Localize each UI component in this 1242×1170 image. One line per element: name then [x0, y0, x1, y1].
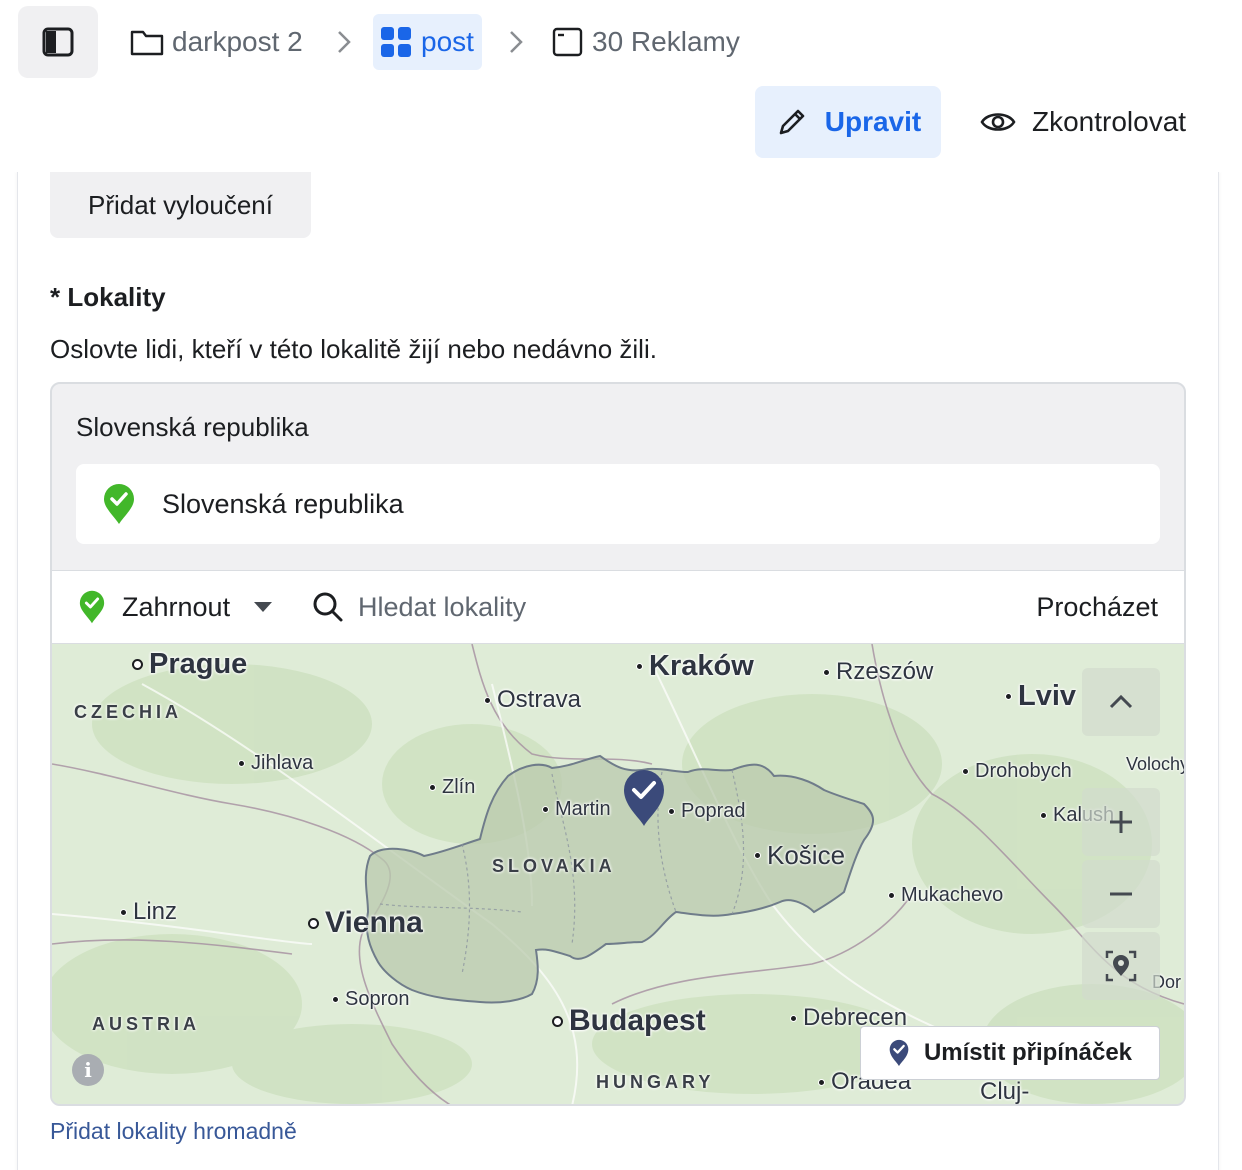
sidebar-toggle-button[interactable] — [18, 6, 98, 78]
city-ostrava: Ostrava — [484, 686, 581, 714]
search-icon — [313, 592, 343, 622]
include-mode-dropdown[interactable]: Zahrnout — [78, 590, 273, 624]
include-pin-icon — [79, 590, 105, 624]
city-drohobych: Drohobych — [962, 760, 1072, 783]
plus-icon — [1110, 811, 1132, 833]
city-poprad: Poprad — [668, 800, 746, 823]
chevron-up-icon — [1109, 694, 1133, 709]
city-linz: Linz — [120, 898, 177, 926]
city-zlin: Zlín — [429, 776, 475, 799]
top-bar: darkpost 2 post 30 Reklamy Upravit Zkont… — [0, 0, 1242, 172]
grid-icon — [381, 27, 411, 57]
zoom-in-button[interactable] — [1082, 788, 1160, 856]
chevron-right-icon — [510, 31, 523, 53]
locations-panel: Slovenská republika Slovenská republika … — [50, 382, 1186, 1106]
browse-button[interactable]: Procházet — [1036, 592, 1158, 623]
eye-icon — [980, 113, 1016, 131]
review-button-label: Zkontrolovat — [1032, 106, 1187, 137]
place-pin-label: Umístit připínáček — [923, 1039, 1133, 1066]
locate-me-button[interactable] — [1082, 932, 1160, 1000]
place-pin-button[interactable]: Umístit připínáček — [860, 1026, 1160, 1080]
breadcrumb-ads-label: 30 Reklamy — [592, 26, 740, 57]
caret-down-icon — [254, 602, 273, 612]
breadcrumb-campaign[interactable]: post — [373, 14, 482, 70]
included-location-pin-icon — [104, 484, 134, 524]
edit-button[interactable]: Upravit — [755, 86, 941, 158]
zoom-out-button[interactable] — [1082, 860, 1160, 928]
include-mode-label: Zahrnout — [122, 591, 231, 622]
add-exclusion-button[interactable]: Přidat vyloučení — [50, 172, 311, 238]
sidebar-icon — [42, 27, 74, 57]
region-slovakia: SLOVAKIA — [492, 856, 616, 876]
city-martin: Martin — [542, 798, 611, 821]
breadcrumb-ads[interactable]: 30 Reklamy — [552, 14, 740, 70]
map-info-button[interactable]: i — [72, 1054, 104, 1086]
minus-icon — [1110, 892, 1132, 896]
window-icon — [552, 27, 583, 57]
city-prague: Prague — [132, 648, 247, 681]
city-cluj: Cluj- — [980, 1078, 1030, 1105]
selected-location-label: Slovenská republika — [162, 488, 404, 519]
city-budapest: Budapest — [552, 1004, 706, 1038]
city-rzeszow: Rzeszów — [823, 658, 933, 686]
edit-button-label: Upravit — [824, 106, 922, 137]
add-locations-bulk-link[interactable]: Přidat lokality hromadně — [50, 1118, 297, 1145]
selected-locations-heading: Slovenská republika — [76, 412, 309, 442]
city-krakow: Kraków — [636, 650, 754, 683]
selected-location-item[interactable]: Slovenská republika — [76, 464, 1160, 544]
chevron-right-icon — [338, 31, 351, 53]
locations-description: Oslovte lidi, kteří v této lokalitě žijí… — [50, 334, 657, 364]
review-button[interactable]: Zkontrolovat — [966, 86, 1200, 158]
locations-title: * Lokality — [50, 282, 166, 312]
region-czechia: CZECHIA — [74, 702, 182, 722]
breadcrumb-account[interactable]: darkpost 2 — [130, 14, 303, 70]
city-volochy: Volochy — [1126, 754, 1184, 774]
folder-icon — [130, 30, 164, 56]
breadcrumb-campaign-label: post — [421, 26, 474, 57]
region-hungary: HUNGARY — [596, 1072, 715, 1092]
city-kosice: Košice — [754, 840, 845, 871]
city-sopron: Sopron — [332, 988, 410, 1011]
location-target-icon — [1105, 950, 1137, 982]
city-lviv: Lviv — [1005, 680, 1076, 713]
city-mukachevo: Mukachevo — [888, 884, 1003, 907]
location-search-row: Zahrnout Procházet — [52, 570, 1184, 644]
location-pin-icon[interactable] — [622, 768, 666, 828]
map-collapse-button[interactable] — [1082, 668, 1160, 736]
city-jihlava: Jihlava — [238, 752, 313, 775]
location-map[interactable]: Prague Kraków Rzeszów Lviv Ostrava Jihla… — [52, 644, 1184, 1105]
pencil-icon — [779, 109, 805, 135]
city-vienna: Vienna — [308, 906, 423, 940]
region-austria: AUSTRIA — [92, 1014, 200, 1034]
breadcrumb-account-label: darkpost 2 — [172, 26, 303, 57]
location-search-input[interactable] — [358, 591, 978, 623]
pin-check-icon — [889, 1039, 909, 1067]
